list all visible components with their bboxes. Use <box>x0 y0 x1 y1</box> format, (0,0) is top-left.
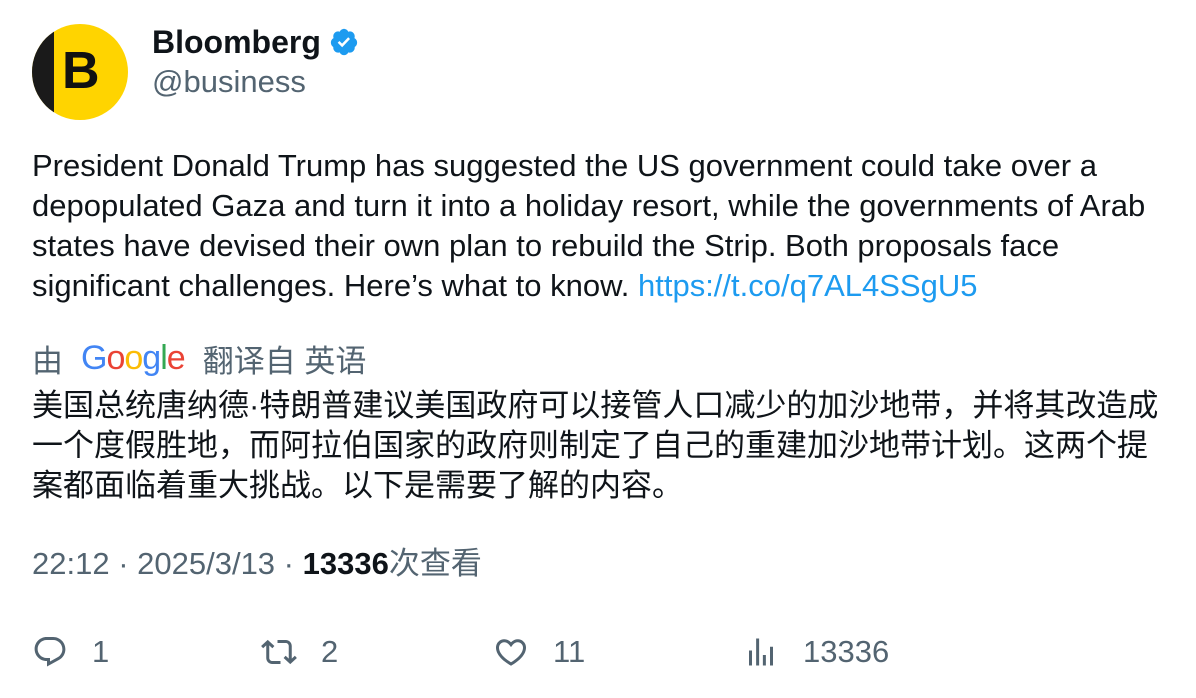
account-name[interactable]: Bloomberg <box>152 24 321 60</box>
meta-separator-1: · <box>109 546 138 581</box>
name-row: Bloomberg <box>152 24 359 60</box>
views-count: 13336 <box>302 546 389 581</box>
reply-icon <box>34 637 66 667</box>
reply-button[interactable]: 1 <box>32 630 109 674</box>
account-info: Bloomberg @business <box>152 24 359 102</box>
tweet-time[interactable]: 22:12 <box>32 546 110 581</box>
google-logo[interactable]: Google <box>81 339 186 378</box>
avatar-letter: B <box>62 42 100 100</box>
like-button[interactable]: 11 <box>493 630 585 674</box>
translated-text: 美国总统唐纳德·特朗普建议美国政府可以接管人口减少的加沙地带，并将其改造成一个度… <box>32 388 1159 503</box>
avatar-dark-stripe <box>32 24 54 120</box>
tweet-body: President Donald Trump has suggested the… <box>32 148 1146 303</box>
views-action-count: 13336 <box>803 634 890 669</box>
views-label: 次查看 <box>388 546 482 581</box>
tweet-header: B Bloomberg @business <box>32 24 1168 120</box>
action-bar: 1 2 11 13336 <box>32 630 1168 674</box>
tweet-meta: 22:12 · 2025/3/13 · 13336次查看 <box>32 544 482 584</box>
reply-count: 1 <box>92 634 110 669</box>
tweet-link[interactable]: https://t.co/q7AL4SSgU5 <box>638 268 978 303</box>
translation-suffix: 翻译自 英语 <box>202 343 367 379</box>
translation-attribution: 由 Google 翻译自 英语 <box>32 338 1168 379</box>
avatar[interactable]: B <box>32 24 128 120</box>
tweet: B Bloomberg @business President Donald T… <box>32 24 1168 581</box>
views-icon <box>749 638 773 666</box>
retweet-button[interactable]: 2 <box>261 630 338 674</box>
like-count: 11 <box>553 634 586 669</box>
tweet-date[interactable]: 2025/3/13 <box>137 546 275 581</box>
meta-separator-2: · <box>275 546 303 581</box>
translation-prefix: 由 <box>32 343 63 379</box>
heart-icon <box>495 639 527 666</box>
retweet-count: 2 <box>321 634 339 669</box>
account-handle[interactable]: @business <box>152 62 359 102</box>
views-button[interactable]: 13336 <box>743 630 889 674</box>
tweet-text: President Donald Trump has suggested the… <box>32 146 1168 306</box>
verified-badge-icon <box>330 28 358 56</box>
retweet-icon <box>261 639 297 665</box>
